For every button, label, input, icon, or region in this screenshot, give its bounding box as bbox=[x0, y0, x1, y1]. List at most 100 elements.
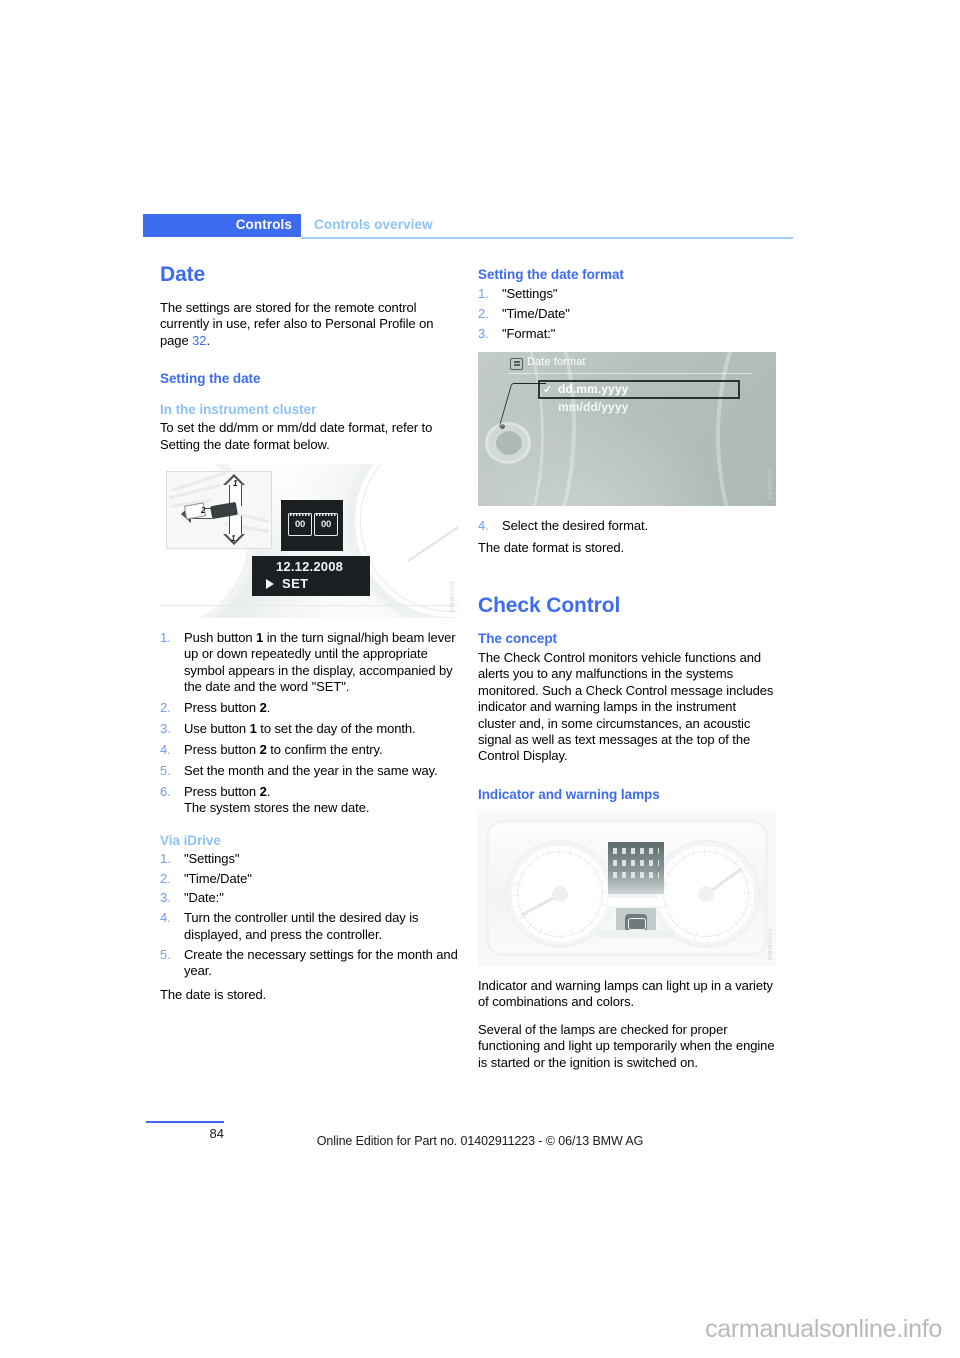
menu-title-bar: Date format bbox=[508, 356, 752, 375]
step-text: Press button 2 to confirm the entry. bbox=[184, 741, 383, 757]
menu-title: Date format bbox=[527, 356, 586, 369]
edition-line: Online Edition for Part no. 01402911223 … bbox=[316, 1134, 644, 1148]
cluster-bottom-edge bbox=[160, 605, 458, 607]
figure-id-watermark: BMW0002 bbox=[768, 468, 774, 501]
heading-setting-the-date: Setting the date bbox=[160, 371, 261, 387]
step-text: Set the month and the year in the same w… bbox=[184, 762, 438, 778]
step-number: 4. bbox=[478, 518, 489, 534]
intro-paragraph: The settings are stored for the remote c… bbox=[160, 300, 458, 349]
play-triangle-icon bbox=[266, 579, 274, 590]
display-arc-graphic bbox=[716, 352, 776, 507]
menu-option-selected[interactable]: ✓ dd.mm.yyyy bbox=[538, 380, 740, 400]
cluster-mini-display: 00 00 bbox=[281, 500, 343, 552]
cluster-housing-graphic bbox=[486, 819, 768, 956]
list-item: 1. "Settings" bbox=[160, 851, 458, 867]
heading-the-concept: The concept bbox=[478, 631, 557, 647]
step-text: "Time/Date" bbox=[502, 305, 570, 321]
closing-paragraph: The date is stored. bbox=[160, 987, 267, 1003]
turn-signal-lever-inset: 1 1 2 bbox=[166, 471, 272, 550]
menu-option-label: mm/dd/yyyy bbox=[558, 400, 629, 415]
callout-1-top: 1 bbox=[233, 479, 238, 489]
tachometer-hub bbox=[698, 885, 714, 902]
step-text: Push button 1 in the turn signal/high be… bbox=[184, 630, 456, 695]
figure-id-watermark: BMW0003 bbox=[768, 927, 774, 960]
step-number: 6. bbox=[160, 783, 171, 799]
header-chapter-label: Controls bbox=[235, 217, 292, 232]
down-arrow-stem bbox=[229, 516, 242, 537]
step-text: "Format:" bbox=[502, 325, 556, 341]
step-number: 1. bbox=[160, 850, 171, 866]
list-item: 2. "Time/Date" bbox=[478, 306, 776, 322]
cluster-date-value: 12.12.2008 bbox=[276, 559, 344, 575]
subheading-instrument-cluster: In the instrument cluster bbox=[160, 402, 317, 418]
cluster-lower-ledge bbox=[598, 929, 674, 938]
list-item: 4. Turn the controller until the desired… bbox=[160, 910, 458, 943]
cluster-divider bbox=[608, 897, 664, 906]
step-text: "Settings" bbox=[502, 286, 558, 301]
list-item: 5. Create the necessary settings for the… bbox=[160, 947, 458, 980]
idrive-steps-list: 1. "Settings" 2. "Time/Date" 3. "Date:" … bbox=[160, 851, 458, 980]
page-cross-reference[interactable]: 32 bbox=[192, 333, 206, 348]
step-text: Create the necessary settings for the mo… bbox=[184, 946, 458, 979]
manual-page: Controls Controls overview Date The sett… bbox=[0, 0, 960, 1358]
step-number: 1. bbox=[160, 630, 171, 646]
header-section-label: Controls overview bbox=[314, 217, 433, 232]
heading-setting-the-date-format: Setting the date format bbox=[478, 267, 624, 282]
warning-lamp-row bbox=[613, 859, 659, 866]
list-item: 3. "Date:" bbox=[160, 890, 458, 906]
figure-instrument-cluster-lamps: BMW0003 bbox=[478, 811, 776, 966]
calendar-icon bbox=[510, 358, 523, 371]
site-watermark: carmanualsonline.info bbox=[705, 1315, 942, 1343]
step-number: 2. bbox=[478, 305, 489, 321]
subheading-via-idrive: Via iDrive bbox=[160, 832, 221, 848]
step-text: Select the desired format. bbox=[502, 518, 649, 534]
step-number: 5. bbox=[160, 946, 171, 962]
footer-rule bbox=[146, 1121, 224, 1123]
callout-2: 2 bbox=[201, 506, 206, 516]
running-header: Controls Controls overview bbox=[143, 214, 793, 240]
step-number: 2. bbox=[160, 870, 171, 886]
step-number: 2. bbox=[160, 700, 171, 716]
list-item: 2. "Time/Date" bbox=[160, 871, 458, 887]
figure-id-watermark: BMW0001 bbox=[450, 579, 456, 613]
heading-indicator-and-warning-lamps: Indicator and warning lamps bbox=[478, 786, 660, 802]
step-text: "Settings" bbox=[184, 850, 240, 866]
step-text: Press button 2. bbox=[184, 783, 271, 799]
page-title: Date bbox=[160, 263, 206, 286]
date-format-stored-paragraph: The date format is stored. bbox=[478, 539, 625, 555]
lamps-paragraph-2: Several of the lamps are checked for pro… bbox=[478, 1021, 775, 1070]
list-item: 3. Use button 1 to set the day of the mo… bbox=[160, 721, 458, 737]
header-rule bbox=[301, 237, 793, 239]
section-title-check-control: Check Control bbox=[478, 594, 621, 618]
cluster-center-display bbox=[608, 841, 664, 894]
cluster-set-label: SET bbox=[282, 576, 309, 592]
list-item: 4. Press button 2 to confirm the entry. bbox=[160, 742, 458, 758]
menu-option-label: dd.mm.yyyy bbox=[558, 382, 629, 397]
header-chapter-tab: Controls bbox=[143, 214, 301, 237]
step-number: 5. bbox=[160, 762, 171, 778]
speedometer-graphic bbox=[508, 841, 612, 946]
step-text: Turn the controller until the desired da… bbox=[184, 910, 419, 942]
date-format-step-4-list: 4. Select the desired format. bbox=[478, 518, 776, 534]
figure-instrument-cluster-date: 1 1 2 00 00 12.12.2008 SET BMW0001 bbox=[160, 464, 458, 619]
step-subtext: The system stores the new date. bbox=[184, 800, 370, 816]
list-item: 2. Press button 2. bbox=[160, 700, 458, 716]
list-item: 5. Set the month and the year in the sam… bbox=[160, 763, 458, 779]
cluster-date-display: 12.12.2008 SET bbox=[252, 556, 370, 597]
step-number: 3. bbox=[160, 890, 171, 906]
cluster-paragraph: To set the dd/mm or mm/dd date format, r… bbox=[160, 420, 433, 452]
concept-paragraph: The Check Control monitors vehicle funct… bbox=[478, 650, 774, 764]
cluster-steps-list: 1. Push button 1 in the turn signal/high… bbox=[160, 630, 458, 817]
step-text: Use button 1 to set the day of the month… bbox=[184, 721, 416, 737]
menu-option-other[interactable]: mm/dd/yyyy bbox=[558, 400, 628, 414]
step-number: 4. bbox=[160, 910, 171, 926]
step-text: "Time/Date" bbox=[184, 870, 252, 886]
speedometer-hub bbox=[552, 885, 568, 902]
warning-lamp-row bbox=[613, 847, 659, 854]
figure-idrive-date-format: Date format ✓ dd.mm.yyyy mm/dd/yyyy BMW0… bbox=[478, 352, 776, 507]
step-text: Press button 2. bbox=[184, 700, 271, 716]
list-item: 1. Push button 1 in the turn signal/high… bbox=[160, 630, 458, 696]
list-item: 6. Press button 2. The system stores the… bbox=[160, 784, 458, 817]
step-number: 3. bbox=[478, 325, 489, 341]
step-number: 1. bbox=[478, 286, 489, 301]
